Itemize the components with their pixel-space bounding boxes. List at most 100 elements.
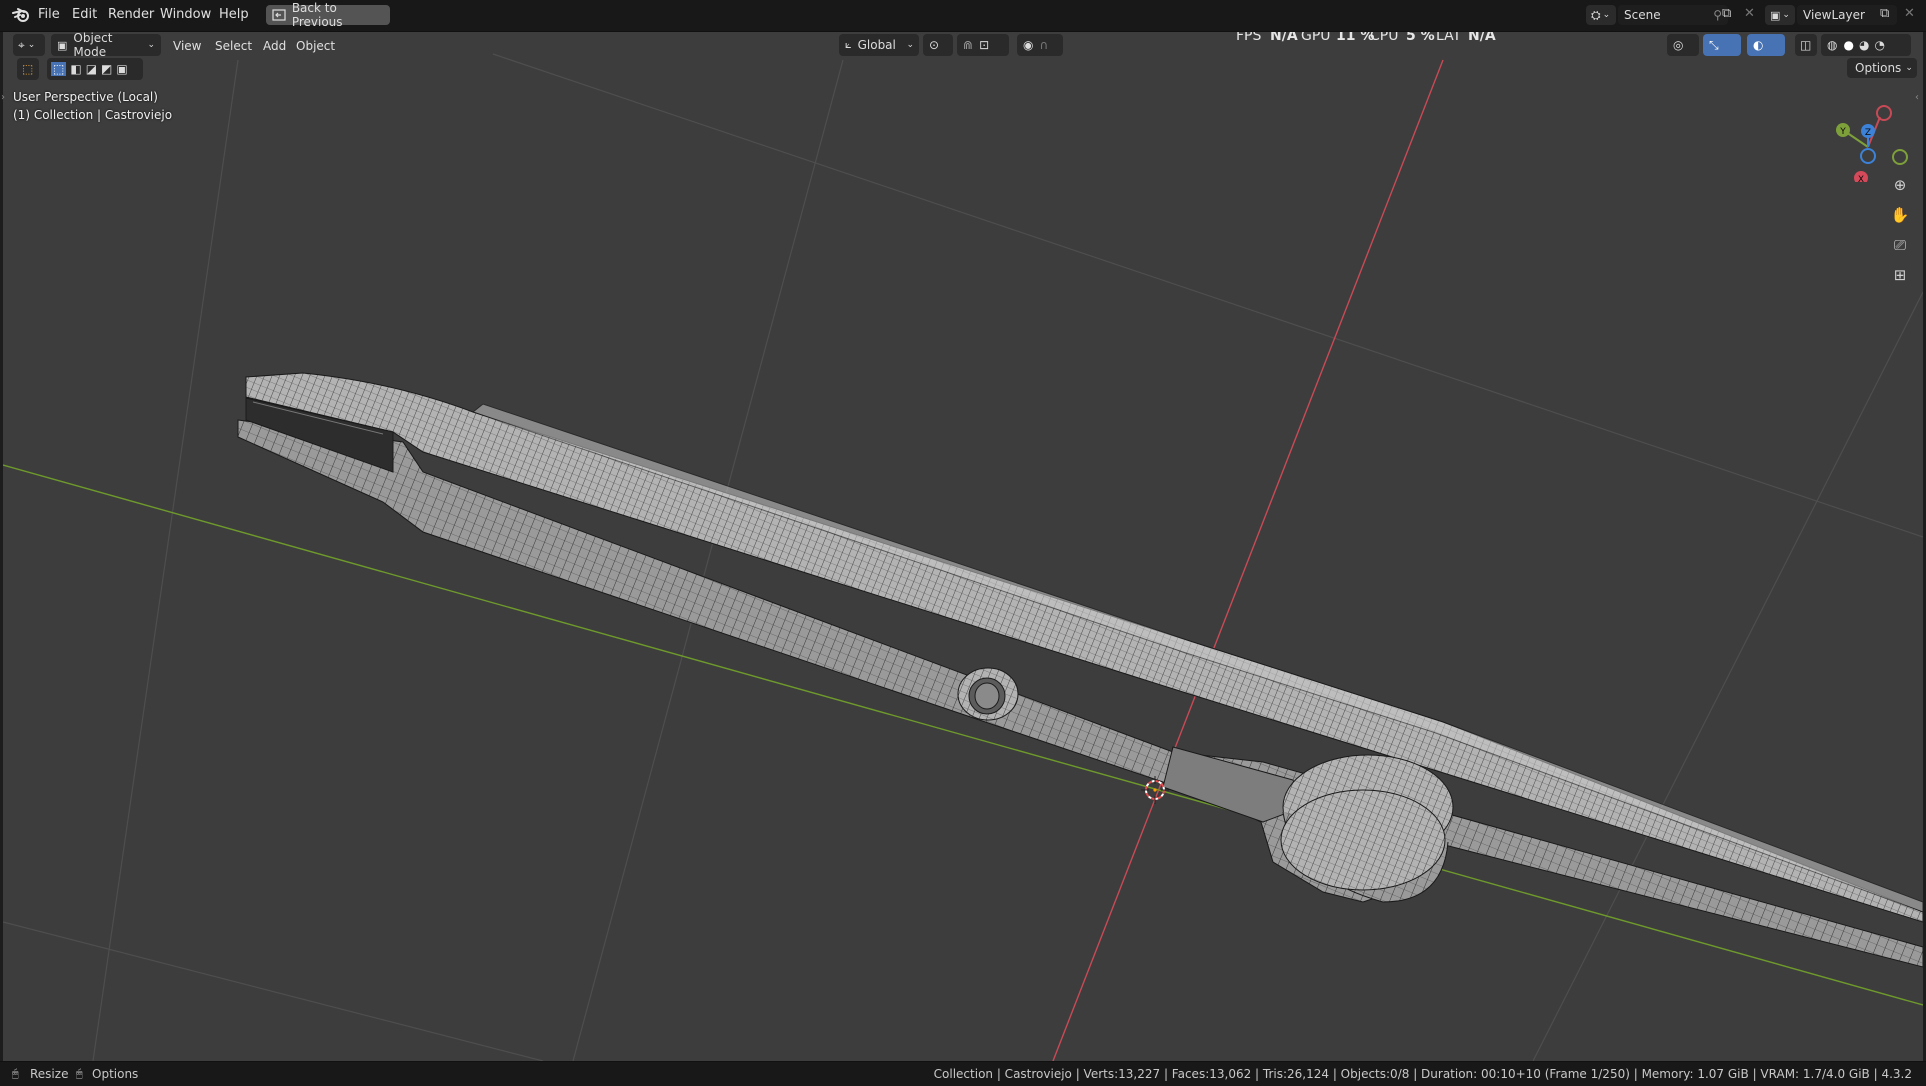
scene-name-field[interactable]: Scene ⚲ — [1618, 5, 1728, 25]
perspective-toggle-icon[interactable]: ⊞ — [1887, 262, 1913, 288]
pin-icon[interactable]: ⚲ — [1713, 8, 1722, 22]
y-axis-line — [3, 464, 1923, 1006]
navigation-gizmo[interactable]: Z Y X — [1823, 87, 1913, 182]
menu-window[interactable]: Window — [160, 7, 211, 22]
viewport-editor-icon: ⌖ — [18, 37, 25, 52]
viewlayer-icon: ▣ — [1770, 8, 1781, 22]
3d-viewport[interactable]: ⌖ ⌄ ▣ Object Mode ⌄ View Select Add Objec… — [3, 32, 1923, 1061]
proportional-edit-icon: ◉ — [1023, 38, 1034, 52]
mode-dropdown[interactable]: ▣ Object Mode ⌄ — [51, 32, 161, 59]
menu-add[interactable]: Add — [263, 39, 286, 53]
blender-logo-icon[interactable] — [12, 7, 30, 23]
xray-icon: ◫ — [1800, 38, 1812, 52]
fps-value: N/A — [1270, 32, 1298, 44]
chevron-down-icon: ⌄ — [1602, 10, 1611, 20]
orientation-icon: ⟀ — [845, 38, 852, 51]
pan-hand-icon[interactable]: ✋ — [1887, 202, 1913, 228]
mouse-options-icon: 🖱 — [76, 1067, 83, 1080]
editor-type-dropdown[interactable]: ⌖ ⌄ — [13, 34, 45, 56]
lat-label: LAT — [1436, 32, 1462, 44]
gizmo-y-label: Y — [1839, 127, 1846, 137]
mouse-resize-icon: 🖱 — [12, 1067, 19, 1080]
snap-target-icon: ⊡ — [979, 38, 990, 52]
snap-toggle[interactable]: ⋒ ⊡ — [957, 34, 1009, 56]
select-invert-icon[interactable]: ◩ — [101, 62, 112, 76]
scene-type-dropdown[interactable]: ⛭ ⌄ — [1586, 5, 1616, 25]
x-axis-line — [1052, 59, 1444, 1061]
scene-icon: ⛭ — [1591, 7, 1601, 22]
rendered-shading-icon[interactable]: ◔ — [1874, 38, 1884, 52]
pivot-dropdown[interactable]: ⊙ — [923, 34, 953, 56]
select-new-icon[interactable]: ⬚ — [51, 62, 67, 76]
falloff-icon: ∩ — [1039, 38, 1049, 52]
object-mode-icon: ▣ — [57, 38, 68, 52]
snap-icon: ⋒ — [963, 38, 974, 52]
xray-toggle[interactable]: ◫ — [1795, 34, 1817, 56]
gpu-label: GPU — [1301, 32, 1331, 44]
gizmo-icon: ⤡ — [1709, 37, 1719, 52]
close-scene-icon[interactable]: ✕ — [1744, 6, 1755, 21]
menu-select[interactable]: Select — [215, 39, 252, 53]
proportional-edit-toggle[interactable]: ◉ ∩ — [1017, 34, 1063, 56]
menu-view[interactable]: View — [173, 39, 201, 53]
select-box-icon: ⬚ — [22, 62, 34, 76]
status-options-label: Options — [92, 1067, 139, 1081]
viewport-collection-label: (1) Collection | Castroviejo — [13, 108, 173, 122]
orientation-dropdown[interactable]: ⟀ Global ⌄ — [839, 34, 919, 56]
overlays-toggle[interactable]: ◐ — [1747, 34, 1785, 56]
material-shading-icon[interactable]: ◕ — [1859, 38, 1869, 52]
solid-shading-icon[interactable]: ● — [1843, 38, 1853, 52]
select-subtract-icon[interactable]: ◪ — [86, 62, 97, 76]
zoom-icon[interactable]: ⊕ — [1887, 172, 1913, 198]
selection-mode-buttons[interactable]: ⬚ ◧ ◪ ◩ ▣ — [47, 58, 143, 80]
menu-object[interactable]: Object — [296, 39, 335, 53]
viewlayer-type-dropdown[interactable]: ▣ ⌄ — [1765, 5, 1795, 25]
chevron-down-icon: ⌄ — [1782, 10, 1790, 20]
cpu-label: CPU — [1370, 32, 1399, 44]
status-info: Collection | Castroviejo | Verts:13,227 … — [933, 1067, 1912, 1081]
viewlayer-label: ViewLayer — [1803, 8, 1865, 22]
new-scene-icon[interactable]: ⧉ — [1722, 6, 1731, 21]
menu-edit[interactable]: Edit — [72, 7, 97, 22]
viewport-perspective-label: User Perspective (Local) — [13, 90, 158, 104]
options-dropdown[interactable]: Options ⌄ — [1847, 58, 1917, 78]
camera-view-icon[interactable]: ⎚ — [1887, 232, 1913, 258]
chevron-down-icon: ⌄ — [27, 40, 36, 50]
top-menu-bar: File Edit Render Window Help Back to Pre… — [0, 0, 1926, 32]
status-resize-label: Resize — [30, 1067, 69, 1081]
visibility-dropdown[interactable]: ◎ — [1667, 34, 1699, 56]
back-to-previous-button[interactable]: Back to Previous — [266, 1, 390, 29]
wireframe-shading-icon[interactable]: ◍ — [1827, 38, 1837, 52]
menu-help[interactable]: Help — [219, 7, 249, 22]
viewport-scene — [3, 53, 1923, 1061]
menu-file[interactable]: File — [38, 7, 60, 22]
select-intersect-icon[interactable]: ▣ — [116, 62, 127, 76]
shading-modes[interactable]: ◍ ● ◕ ◔ — [1821, 34, 1911, 56]
overlays-icon: ◐ — [1753, 38, 1764, 52]
select-tool-button[interactable]: ⬚ — [17, 58, 39, 80]
pivot-icon: ⊙ — [929, 38, 940, 52]
orientation-label: Global — [857, 38, 896, 52]
back-button-label: Back to Previous — [291, 1, 343, 29]
select-extend-icon[interactable]: ◧ — [70, 62, 81, 76]
close-viewlayer-icon[interactable]: ✕ — [1904, 6, 1915, 21]
chevron-down-icon: ⌄ — [906, 40, 914, 50]
lat-value: N/A — [1468, 32, 1496, 44]
new-viewlayer-icon[interactable]: ⧉ — [1880, 6, 1889, 21]
options-label: Options — [1855, 61, 1902, 75]
eye-icon: ◎ — [1673, 38, 1684, 52]
cpu-value: 5 % — [1406, 32, 1435, 44]
back-icon — [272, 9, 286, 21]
scene-label: Scene — [1624, 8, 1661, 22]
gizmo-z-label: Z — [1865, 128, 1871, 138]
toolbar-expand-icon[interactable]: › — [1, 92, 5, 103]
gpu-value: 11 % — [1336, 32, 1375, 44]
chevron-down-icon: ⌄ — [147, 40, 155, 50]
gizmo-toggle[interactable]: ⤡ — [1703, 34, 1741, 56]
fps-label: FPS — [1236, 32, 1262, 44]
status-bar: 🖱 Resize 🖱 Options Collection | Castrovi… — [0, 1061, 1926, 1086]
castroviejo-mesh — [237, 372, 1923, 968]
sidebar-expand-icon[interactable]: ‹ — [1915, 92, 1919, 103]
menu-render[interactable]: Render — [108, 7, 154, 22]
mode-label: Object Mode — [73, 32, 113, 59]
